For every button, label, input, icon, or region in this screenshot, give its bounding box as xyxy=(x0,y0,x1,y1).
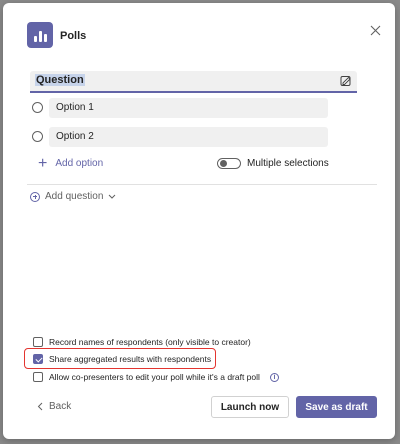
allow-copresenters-label: Allow co-presenters to edit your poll wh… xyxy=(49,372,260,382)
share-results-checkbox[interactable] xyxy=(33,354,43,364)
poll-bar-chart-icon xyxy=(27,22,53,48)
allow-copresenters-option[interactable]: Allow co-presenters to edit your poll wh… xyxy=(33,372,279,382)
add-option-button[interactable]: + Add option xyxy=(38,154,104,172)
launch-now-button[interactable]: Launch now xyxy=(211,396,289,418)
radio-icon xyxy=(32,102,43,113)
share-results-label: Share aggregated results with respondent… xyxy=(49,354,212,364)
divider xyxy=(27,184,377,185)
dialog-title: Polls xyxy=(60,30,87,42)
add-question-button[interactable]: Add question xyxy=(30,191,116,202)
close-icon[interactable] xyxy=(366,21,384,39)
option-1-input[interactable]: Option 1 xyxy=(49,98,328,118)
record-names-option[interactable]: Record names of respondents (only visibl… xyxy=(33,337,251,347)
chevron-left-icon xyxy=(37,402,43,411)
question-input[interactable]: Question xyxy=(30,71,357,93)
info-icon[interactable]: i xyxy=(269,372,279,382)
allow-copresenters-checkbox[interactable] xyxy=(33,372,43,382)
add-option-label: Add option xyxy=(55,158,104,169)
back-button[interactable]: Back xyxy=(37,401,71,412)
add-question-label: Add question xyxy=(45,191,104,202)
plus-icon: + xyxy=(38,154,48,172)
save-as-draft-button[interactable]: Save as draft xyxy=(296,396,377,418)
add-circle-icon xyxy=(30,191,40,202)
share-results-option[interactable]: Share aggregated results with respondent… xyxy=(33,354,211,364)
option-1-label: Option 1 xyxy=(56,102,94,113)
back-label: Back xyxy=(49,401,72,412)
record-names-checkbox[interactable] xyxy=(33,337,43,347)
polls-dialog: Polls Question Option 1 Option 2 + Add o… xyxy=(3,3,395,439)
toggle-switch[interactable] xyxy=(217,158,241,169)
question-text[interactable]: Question xyxy=(35,74,85,86)
record-names-label: Record names of respondents (only visibl… xyxy=(49,337,251,347)
option-2-label: Option 2 xyxy=(56,131,94,142)
edit-form-icon[interactable] xyxy=(340,75,352,87)
chevron-down-icon xyxy=(109,194,116,199)
radio-icon xyxy=(32,131,43,142)
option-2-input[interactable]: Option 2 xyxy=(49,127,328,147)
multiple-selections-label: Multiple selections xyxy=(247,158,329,169)
multiple-selections-toggle[interactable]: Multiple selections xyxy=(217,158,329,169)
